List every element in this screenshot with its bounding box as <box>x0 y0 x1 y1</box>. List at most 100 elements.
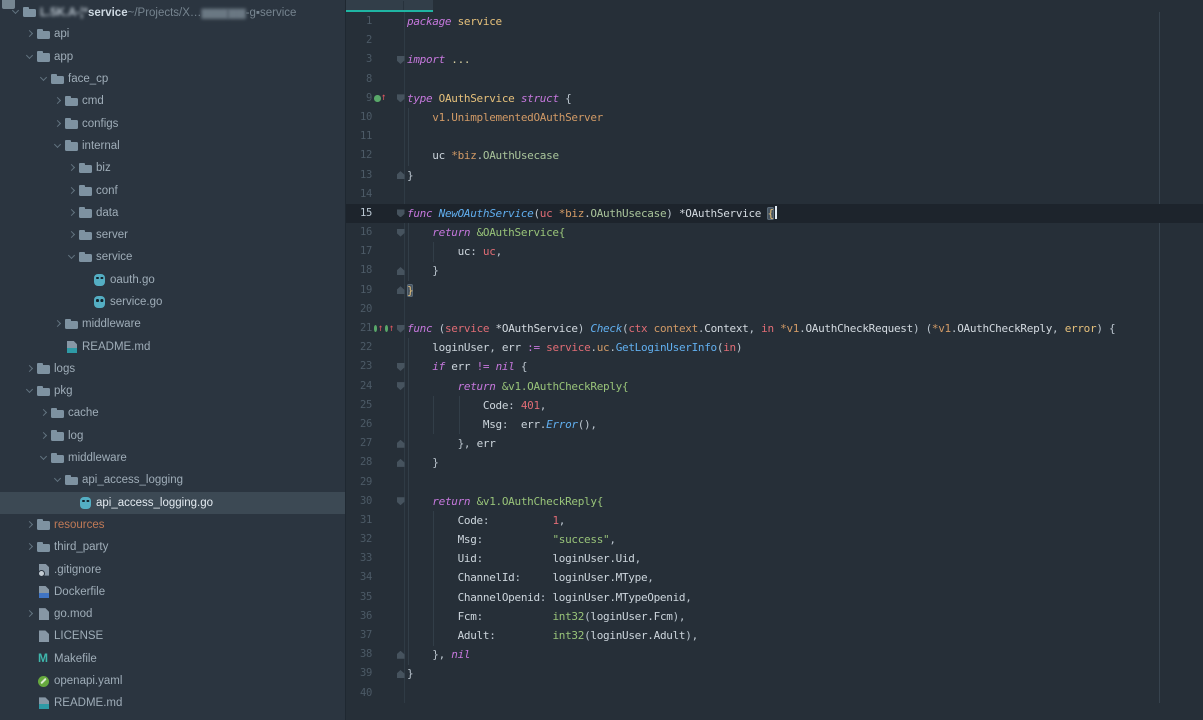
line-number[interactable]: 25 <box>346 396 372 415</box>
code-line-24[interactable]: 24 return &v1.OAuthCheckReply{ <box>346 377 1203 396</box>
line-number[interactable]: 31 <box>346 511 372 530</box>
tree-item-configs[interactable]: configs <box>0 112 345 134</box>
implements-gutter-icon[interactable] <box>374 95 381 102</box>
override-arrow-icon[interactable]: ↑ <box>389 324 394 333</box>
tree-item-app[interactable]: app <box>0 46 345 68</box>
code-line-14[interactable]: 14 <box>346 185 1203 204</box>
code-text[interactable] <box>407 473 1203 492</box>
code-text[interactable]: ChannelOpenid: loginUser.MTypeOpenid, <box>407 588 1203 607</box>
code-text[interactable] <box>407 70 1203 89</box>
tree-item-middleware[interactable]: middleware <box>0 447 345 469</box>
tree-item-api-access-logging-go[interactable]: api_access_logging.go <box>0 492 345 514</box>
tree-item-readme-md[interactable]: README.md <box>0 692 345 714</box>
code-text[interactable]: }, nil <box>407 645 1203 664</box>
code-line-27[interactable]: 27 }, err <box>346 434 1203 453</box>
tree-item-cmd[interactable]: cmd <box>0 90 345 112</box>
chevron-down-icon[interactable] <box>10 6 22 18</box>
code-text[interactable]: Code: 1, <box>407 511 1203 530</box>
fold-end-marker[interactable] <box>397 286 405 294</box>
line-number[interactable]: 12 <box>346 146 372 165</box>
override-arrow-icon[interactable]: ↑ <box>378 324 383 333</box>
tree-item-cache[interactable]: cache <box>0 402 345 424</box>
tree-item-server[interactable]: server <box>0 224 345 246</box>
chevron-right-icon[interactable] <box>66 229 78 241</box>
code-text[interactable]: v1.UnimplementedOAuthServer <box>407 108 1203 127</box>
code-line-23[interactable]: 23 if err != nil { <box>346 357 1203 376</box>
code-text[interactable]: uc *biz.OAuthUsecase <box>407 146 1203 165</box>
tree-item-logs[interactable]: logs <box>0 358 345 380</box>
code-line-30[interactable]: 30 return &v1.OAuthCheckReply{ <box>346 492 1203 511</box>
code-text[interactable]: type OAuthService struct { <box>407 89 1203 108</box>
code-text[interactable]: return &OAuthService{ <box>407 223 1203 242</box>
code-line-28[interactable]: 28 } <box>346 453 1203 472</box>
tree-item-oauth-go[interactable]: oauth.go <box>0 269 345 291</box>
tree-item--gitignore[interactable]: .gitignore <box>0 558 345 580</box>
line-number[interactable]: 3 <box>346 50 372 69</box>
code-line-22[interactable]: 22 loginUser, err := service.uc.GetLogin… <box>346 338 1203 357</box>
tree-item-middleware[interactable]: middleware <box>0 313 345 335</box>
code-line-33[interactable]: 33 Uid: loginUser.Uid, <box>346 549 1203 568</box>
tree-item-project-root[interactable]: L.5K.A-¦* service ~/Projects/X… ▆▆▆ ▆▆-g… <box>0 1 345 23</box>
line-number[interactable]: 1 <box>346 12 372 31</box>
code-text[interactable]: func (service *OAuthService) Check(ctx c… <box>407 319 1203 338</box>
tree-item-readme-md[interactable]: README.md <box>0 335 345 357</box>
line-number[interactable]: 38 <box>346 645 372 664</box>
tree-item-service[interactable]: service <box>0 246 345 268</box>
code-text[interactable]: package service <box>407 12 1203 31</box>
code-text[interactable]: loginUser, err := service.uc.GetLoginUse… <box>407 338 1203 357</box>
tree-item-resources[interactable]: resources <box>0 514 345 536</box>
line-number[interactable]: 23 <box>346 357 372 376</box>
editor-tab-active[interactable] <box>346 0 433 12</box>
code-line-21[interactable]: 21↑↑func (service *OAuthService) Check(c… <box>346 319 1203 338</box>
code-line-9[interactable]: 9↑type OAuthService struct { <box>346 89 1203 108</box>
fold-end-marker[interactable] <box>397 651 405 659</box>
tree-item-internal[interactable]: internal <box>0 135 345 157</box>
code-text[interactable]: Msg: "success", <box>407 530 1203 549</box>
tree-item-go-mod[interactable]: go.mod <box>0 603 345 625</box>
code-line-1[interactable]: 1 package service <box>346 12 1203 31</box>
code-line-3[interactable]: 3import ... <box>346 50 1203 69</box>
code-text[interactable]: ChannelId: loginUser.MType, <box>407 568 1203 587</box>
chevron-right-icon[interactable] <box>66 185 78 197</box>
chevron-down-icon[interactable] <box>38 452 50 464</box>
line-number[interactable]: 39 <box>346 664 372 683</box>
code-text[interactable]: } <box>407 453 1203 472</box>
code-line-17[interactable]: 17 uc: uc, <box>346 242 1203 261</box>
line-number[interactable]: 36 <box>346 607 372 626</box>
chevron-down-icon[interactable] <box>52 474 64 486</box>
code-text[interactable]: } <box>407 281 1203 300</box>
fold-start-marker[interactable] <box>397 229 405 237</box>
code-text[interactable] <box>407 31 1203 50</box>
line-number[interactable]: 20 <box>346 300 372 319</box>
code-text[interactable]: }, err <box>407 434 1203 453</box>
code-line-2[interactable]: 2 <box>346 31 1203 50</box>
code-text[interactable]: func NewOAuthService(uc *biz.OAuthUsecas… <box>407 204 1203 223</box>
line-number[interactable]: 14 <box>346 185 372 204</box>
line-number[interactable]: 10 <box>346 108 372 127</box>
code-line-40[interactable]: 40 <box>346 684 1203 703</box>
code-line-34[interactable]: 34 ChannelId: loginUser.MType, <box>346 568 1203 587</box>
line-number[interactable]: 19 <box>346 281 372 300</box>
tree-item-license[interactable]: LICENSE <box>0 625 345 647</box>
tree-item-service-go[interactable]: service.go <box>0 291 345 313</box>
code-text[interactable] <box>407 185 1203 204</box>
line-number[interactable]: 9 <box>346 89 372 108</box>
code-line-8[interactable]: 8 <box>346 70 1203 89</box>
line-number[interactable]: 13 <box>346 166 372 185</box>
tree-item-face-cp[interactable]: face_cp <box>0 68 345 90</box>
code-text[interactable]: } <box>407 664 1203 683</box>
fold-end-marker[interactable] <box>397 459 405 467</box>
code-text[interactable]: return &v1.OAuthCheckReply{ <box>407 377 1203 396</box>
fold-end-marker[interactable] <box>397 171 405 179</box>
fold-start-marker[interactable] <box>397 325 405 333</box>
code-area[interactable]: 1package service23import ...89↑type OAut… <box>346 12 1203 703</box>
code-text[interactable]: if err != nil { <box>407 357 1203 376</box>
chevron-down-icon[interactable] <box>66 251 78 263</box>
line-number[interactable]: 18 <box>346 261 372 280</box>
chevron-down-icon[interactable] <box>24 51 36 63</box>
line-number[interactable]: 22 <box>346 338 372 357</box>
tree-item-pkg[interactable]: pkg <box>0 380 345 402</box>
code-line-26[interactable]: 26 Msg: err.Error(), <box>346 415 1203 434</box>
tree-item-third-party[interactable]: third_party <box>0 536 345 558</box>
tree-item-biz[interactable]: biz <box>0 157 345 179</box>
